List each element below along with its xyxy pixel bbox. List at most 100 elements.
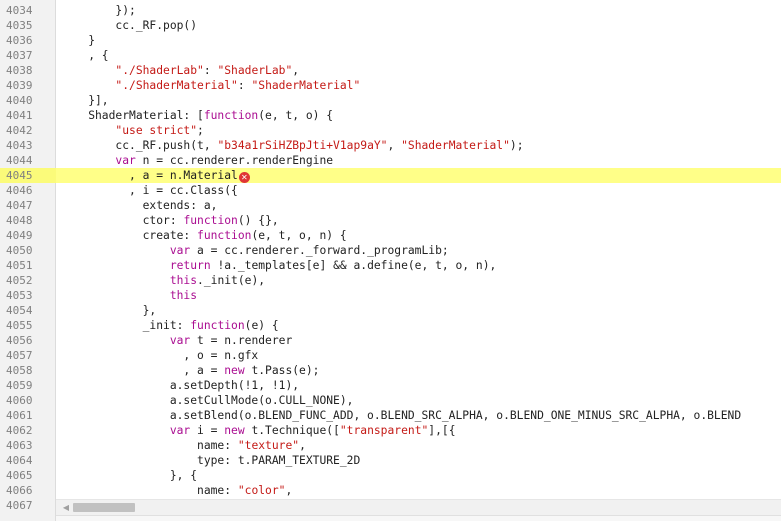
line-number[interactable]: 4063 xyxy=(0,438,56,453)
keyword-token: new xyxy=(224,424,245,437)
code-line[interactable]: 4044 var n = cc.renderer.renderEngine xyxy=(0,153,781,168)
line-number[interactable]: 4053 xyxy=(0,288,56,303)
line-number[interactable]: 4048 xyxy=(0,213,56,228)
code-editor[interactable]: 4034 }); 4035 cc._RF.pop() 4036 } 4037 , {4… xyxy=(0,0,781,521)
code-token: , xyxy=(299,439,306,452)
code-line[interactable]: 4064 type: t.PARAM_TEXTURE_2D xyxy=(0,453,781,468)
line-number[interactable]: 4035 xyxy=(0,18,56,33)
code-line[interactable]: 4047 extends: a, xyxy=(0,198,781,213)
line-number[interactable]: 4047 xyxy=(0,198,56,213)
code-text: }], xyxy=(61,93,109,108)
horizontal-scrollbar-thumb[interactable] xyxy=(73,503,135,512)
error-x-icon[interactable]: ✕ xyxy=(238,172,250,183)
code-line[interactable]: 4035 cc._RF.pop() xyxy=(0,18,781,33)
code-line[interactable]: 4061 a.setBlend(o.BLEND_FUNC_ADD, o.BLEN… xyxy=(0,408,781,423)
line-number[interactable]: 4049 xyxy=(0,228,56,243)
code-line[interactable]: 4056 var t = n.renderer xyxy=(0,333,781,348)
code-token: t.Pass(e); xyxy=(244,364,320,377)
code-line[interactable]: 4034 }); xyxy=(0,3,781,18)
line-number[interactable]: 4066 xyxy=(0,483,56,498)
code-line[interactable]: 4065 }, { xyxy=(0,468,781,483)
line-number[interactable]: 4067 xyxy=(0,498,56,513)
code-line[interactable]: 4057 , o = n.gfx xyxy=(0,348,781,363)
code-text: a.setCullMode(o.CULL_NONE), xyxy=(61,393,354,408)
code-text: , a = n.Material ✕ xyxy=(61,168,250,183)
code-token: t = n.renderer xyxy=(190,334,293,347)
code-token: i = xyxy=(190,424,225,437)
code-line[interactable]: 4049 create: function(e, t, o, n) { xyxy=(0,228,781,243)
line-number[interactable]: 4037 xyxy=(0,48,56,63)
line-number[interactable]: 4056 xyxy=(0,333,56,348)
line-number[interactable]: 4065 xyxy=(0,468,56,483)
string-token: "use strict" xyxy=(115,124,198,137)
code-line[interactable]: 4040 }], xyxy=(0,93,781,108)
line-number[interactable]: 4039 xyxy=(0,78,56,93)
code-text: name: "texture", xyxy=(61,438,306,453)
line-number[interactable]: 4057 xyxy=(0,348,56,363)
code-line[interactable]: 4051 return !a._templates[e] && a.define… xyxy=(0,258,781,273)
line-number[interactable]: 4051 xyxy=(0,258,56,273)
code-line[interactable]: 4042 "use strict"; xyxy=(0,123,781,138)
code-line[interactable]: 4045 , a = n.Material ✕ xyxy=(0,168,781,183)
code-line[interactable]: 4036 } xyxy=(0,33,781,48)
code-text: _init: function(e) { xyxy=(61,318,279,333)
code-token: (e, t, o) { xyxy=(258,109,334,122)
code-line[interactable]: 4063 name: "texture", xyxy=(0,438,781,453)
code-text: a.setDepth(!1, !1), xyxy=(61,378,299,393)
code-token: t.Technique([ xyxy=(244,424,340,437)
code-token: }], xyxy=(61,94,109,107)
line-number[interactable]: 4044 xyxy=(0,153,56,168)
string-token: "ShaderMaterial" xyxy=(251,79,361,92)
scroll-left-arrow-icon[interactable]: ◀ xyxy=(60,501,72,515)
string-token: "color" xyxy=(237,484,286,497)
code-text: }, xyxy=(61,303,157,318)
line-number[interactable]: 4034 xyxy=(0,3,56,18)
code-line[interactable]: 4062 var i = new t.Technique(["transpare… xyxy=(0,423,781,438)
line-number[interactable]: 4064 xyxy=(0,453,56,468)
line-number[interactable]: 4046 xyxy=(0,183,56,198)
line-number[interactable]: 4040 xyxy=(0,93,56,108)
line-number[interactable]: 4062 xyxy=(0,423,56,438)
line-number[interactable]: 4055 xyxy=(0,318,56,333)
line-number[interactable]: 4038 xyxy=(0,63,56,78)
keyword-token: new xyxy=(224,364,245,377)
code-line[interactable]: 4058 , a = new t.Pass(e); xyxy=(0,363,781,378)
code-text: , { xyxy=(61,48,108,63)
line-number[interactable]: 4043 xyxy=(0,138,56,153)
line-number[interactable]: 4050 xyxy=(0,243,56,258)
code-line[interactable]: 4048 ctor: function() {}, xyxy=(0,213,781,228)
code-line[interactable]: 4053 this xyxy=(0,288,781,303)
code-line[interactable]: 4052 this._init(e), xyxy=(0,273,781,288)
line-number[interactable]: 4061 xyxy=(0,408,56,423)
string-token: "ShaderMaterial" xyxy=(401,139,510,152)
line-number[interactable]: 4042 xyxy=(0,123,56,138)
code-token: ._init(e), xyxy=(197,274,266,287)
code-line[interactable]: 4043 cc._RF.push(t, "b34a1rSiHZBpJti+V1a… xyxy=(0,138,781,153)
code-line[interactable]: 4041 ShaderMaterial: [function(e, t, o) … xyxy=(0,108,781,123)
line-number[interactable]: 4036 xyxy=(0,33,56,48)
code-line[interactable]: 4037 , { xyxy=(0,48,781,63)
line-number[interactable]: 4059 xyxy=(0,378,56,393)
code-line[interactable]: 4050 var a = cc.renderer._forward._progr… xyxy=(0,243,781,258)
horizontal-scrollbar[interactable]: ◀ xyxy=(56,499,781,515)
code-text: return !a._templates[e] && a.define(e, t… xyxy=(61,258,496,273)
code-line[interactable]: 4059 a.setDepth(!1, !1), xyxy=(0,378,781,393)
keyword-token: function xyxy=(197,229,252,242)
code-line[interactable]: 4060 a.setCullMode(o.CULL_NONE), xyxy=(0,393,781,408)
code-line[interactable]: 4066 name: "color", xyxy=(0,483,781,498)
line-number[interactable]: 4058 xyxy=(0,363,56,378)
line-number[interactable]: 4054 xyxy=(0,303,56,318)
code-token: a.setCullMode(o.CULL_NONE), xyxy=(61,394,354,407)
line-number[interactable]: 4045 xyxy=(0,168,56,183)
line-number[interactable]: 4052 xyxy=(0,273,56,288)
code-line[interactable]: 4055 _init: function(e) { xyxy=(0,318,781,333)
line-number[interactable]: 4060 xyxy=(0,393,56,408)
code-line[interactable]: 4039 "./ShaderMaterial": "ShaderMaterial… xyxy=(0,78,781,93)
code-line[interactable]: 4046 , i = cc.Class({ xyxy=(0,183,781,198)
code-line[interactable]: 4038 "./ShaderLab": "ShaderLab", xyxy=(0,63,781,78)
code-line[interactable]: 4054 }, xyxy=(0,303,781,318)
line-number[interactable]: 4041 xyxy=(0,108,56,123)
